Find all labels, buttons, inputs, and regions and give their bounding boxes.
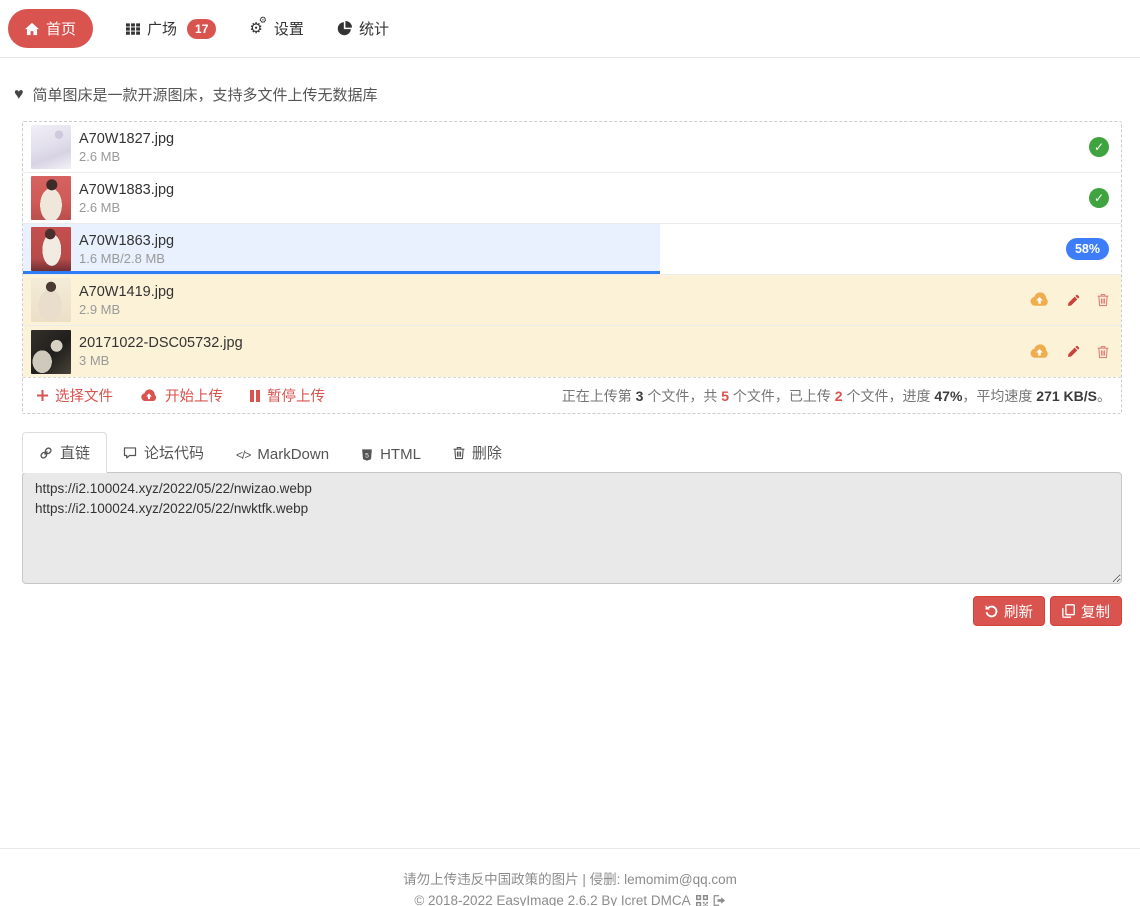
start-upload-button[interactable]: 开始上传	[140, 385, 223, 406]
progress-percent-badge: 58%	[1066, 238, 1109, 260]
intro-text: 简单图床是一款开源图床，支持多文件上传无数据库	[33, 84, 378, 105]
nav-label: 设置	[274, 18, 304, 39]
code-icon: </>	[236, 448, 250, 462]
nav-label: 广场	[147, 18, 177, 39]
file-size: 3 MB	[79, 353, 243, 368]
file-size: 2.9 MB	[79, 302, 174, 317]
file-row: A70W1883.jpg 2.6 MB ✓	[23, 173, 1121, 224]
file-thumbnail	[31, 330, 71, 374]
nav-item-home[interactable]: 首页	[8, 9, 93, 48]
delete-icon[interactable]	[1097, 293, 1109, 307]
file-thumbnail	[31, 176, 71, 220]
link-format-tabs: 直链 论坛代码 </> MarkDown 5 HTML 删除	[22, 435, 1122, 472]
refresh-label: 刷新	[1004, 601, 1033, 622]
file-size: 1.6 MB/2.8 MB	[79, 251, 174, 266]
tab-delete[interactable]: 删除	[437, 433, 518, 472]
tab-label: 删除	[472, 442, 502, 463]
upload-file-icon[interactable]	[1029, 292, 1050, 308]
tab-label: 直链	[60, 442, 90, 463]
tab-html[interactable]: 5 HTML	[345, 437, 437, 472]
comment-icon	[123, 446, 137, 460]
link-icon	[39, 446, 53, 460]
qrcode-icon[interactable]	[696, 895, 708, 906]
delete-icon[interactable]	[1097, 345, 1109, 359]
file-thumbnail	[31, 278, 71, 322]
footer: 请勿上传违反中国政策的图片 | 侵删: lemomim@qq.com © 201…	[0, 848, 1140, 906]
file-thumbnail	[31, 125, 71, 169]
tab-label: HTML	[380, 446, 421, 463]
heart-icon: ♥	[14, 87, 24, 103]
nav-item-stats[interactable]: 统计	[337, 18, 389, 39]
upload-toolbar: 选择文件 开始上传 暂停上传 正在上传第 3 个文件，共 5 个文件，已上传 2…	[23, 377, 1121, 413]
nav-label: 统计	[359, 18, 389, 39]
upload-success-icon: ✓	[1089, 188, 1109, 208]
nav-label: 首页	[46, 18, 76, 39]
file-row: A70W1827.jpg 2.6 MB ✓	[23, 122, 1121, 173]
pause-icon	[250, 390, 260, 402]
tab-label: MarkDown	[257, 446, 329, 463]
edit-icon[interactable]	[1067, 294, 1080, 307]
pause-upload-label: 暂停上传	[267, 385, 325, 406]
intro-banner: ♥ 简单图床是一款开源图床，支持多文件上传无数据库	[14, 84, 1126, 105]
links-textarea[interactable]: https://i2.100024.xyz/2022/05/22/nwizao.…	[22, 472, 1122, 584]
select-files-button[interactable]: 选择文件	[37, 385, 113, 406]
file-row: A70W1419.jpg 2.9 MB	[23, 275, 1121, 326]
copy-label: 复制	[1081, 601, 1110, 622]
footer-policy-text: 请勿上传违反中国政策的图片 | 侵删: lemomim@qq.com	[0, 870, 1140, 891]
grid-icon	[126, 22, 140, 36]
actions-row: 刷新 复制	[22, 596, 1122, 626]
plus-icon	[37, 390, 48, 401]
select-files-label: 选择文件	[55, 385, 113, 406]
upload-dropzone[interactable]: A70W1827.jpg 2.6 MB ✓ A70W1883.jpg 2.6 M…	[22, 121, 1122, 414]
upload-success-icon: ✓	[1089, 137, 1109, 157]
plaza-count-badge: 17	[187, 19, 216, 39]
nav-item-settings[interactable]: ⚙⚙ 设置	[249, 18, 304, 39]
file-size: 2.6 MB	[79, 149, 174, 164]
file-name: A70W1883.jpg	[79, 182, 174, 198]
file-name: A70W1827.jpg	[79, 131, 174, 147]
footer-copyright-text: © 2018-2022 EasyImage 2.6.2 By Icret DMC…	[414, 891, 690, 906]
copy-icon	[1062, 604, 1075, 618]
home-icon	[25, 22, 39, 36]
logout-icon[interactable]	[713, 894, 726, 906]
upload-file-icon[interactable]	[1029, 344, 1050, 360]
navbar: 首页 广场 17 ⚙⚙ 设置 统计	[0, 0, 1140, 58]
file-name: A70W1419.jpg	[79, 284, 174, 300]
pie-chart-icon	[337, 21, 352, 36]
html5-icon: 5	[361, 448, 373, 462]
svg-text:5: 5	[365, 452, 369, 459]
gears-icon: ⚙⚙	[249, 21, 267, 36]
file-row: 20171022-DSC05732.jpg 3 MB	[23, 326, 1121, 377]
cloud-upload-icon	[140, 389, 158, 403]
trash-icon	[453, 446, 465, 460]
file-thumbnail	[31, 227, 71, 271]
upload-status-text: 正在上传第 3 个文件，共 5 个文件，已上传 2 个文件，进度 47%，平均速…	[562, 386, 1111, 406]
tab-label: 论坛代码	[144, 442, 204, 463]
edit-icon[interactable]	[1067, 345, 1080, 358]
tab-direct-link[interactable]: 直链	[22, 432, 107, 473]
file-name: 20171022-DSC05732.jpg	[79, 335, 243, 351]
tab-forum-code[interactable]: 论坛代码	[107, 433, 220, 472]
refresh-button[interactable]: 刷新	[973, 596, 1045, 626]
refresh-icon	[985, 605, 998, 618]
pause-upload-button[interactable]: 暂停上传	[250, 385, 325, 406]
start-upload-label: 开始上传	[165, 385, 223, 406]
nav-item-plaza[interactable]: 广场 17	[126, 18, 216, 39]
file-name: A70W1863.jpg	[79, 233, 174, 249]
tab-markdown[interactable]: </> MarkDown	[220, 437, 345, 472]
copy-button[interactable]: 复制	[1050, 596, 1122, 626]
file-size: 2.6 MB	[79, 200, 174, 215]
file-row-uploading: A70W1863.jpg 1.6 MB/2.8 MB 58%	[23, 224, 1121, 275]
